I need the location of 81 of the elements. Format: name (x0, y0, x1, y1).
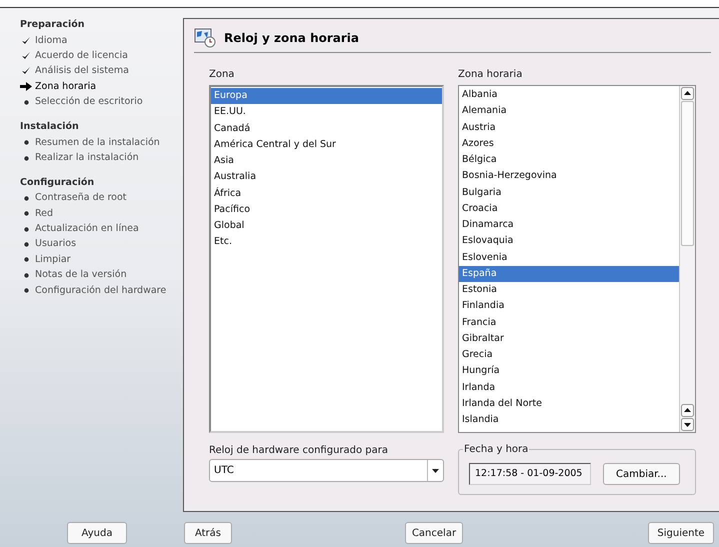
bullet-icon (24, 196, 28, 201)
step-label: Idioma (35, 34, 68, 48)
scrollbar[interactable] (679, 86, 695, 432)
list-item[interactable]: Alemania (459, 103, 679, 120)
step-label: Actualización en línea (35, 222, 139, 236)
list-item[interactable]: Grecia (459, 347, 679, 364)
list-item[interactable]: España (459, 266, 679, 282)
bullet-icon (24, 100, 28, 105)
timezone-list[interactable]: Albania Alemania Austria Azores Bélgica Bosnia-Herzegovina Bulgaria Croacia Dinamarca Eslovaquia Eslovenia España Estonia Finlandia Francia Gibraltar Grecia Hungría Irlanda Irlanda del Norte Islandia (458, 85, 696, 433)
step-label: Contraseña de root (35, 191, 127, 206)
field-label: Reloj de hardware configurado para (209, 444, 389, 457)
help-button[interactable]: Ayuda (67, 522, 127, 544)
list-item[interactable]: Australia (211, 169, 442, 186)
list-item[interactable]: Finlandia (459, 298, 679, 314)
section-heading: Preparación (20, 18, 86, 32)
list-item[interactable]: Irlanda (459, 380, 679, 396)
next-button[interactable]: Siguiente (648, 522, 714, 544)
list-item[interactable]: Azores (459, 136, 679, 152)
step-label: Realizar la instalación (35, 150, 139, 165)
arrow-icon (20, 82, 32, 92)
list-item[interactable]: Gibraltar (459, 330, 679, 347)
step-label: Acuerdo de licencia (35, 48, 128, 63)
list-item[interactable]: Etc. (211, 234, 442, 250)
list-item[interactable]: Bosnia-Herzegovina (459, 168, 679, 184)
list-item[interactable]: Eslovaquia (459, 233, 679, 250)
list-item[interactable]: Austria (459, 120, 679, 136)
dropdown-arrow-icon (432, 468, 439, 472)
dropdown-value: UTC (213, 464, 235, 478)
bullet-icon (24, 211, 28, 216)
list-item[interactable]: Albania (459, 87, 679, 104)
list-item[interactable]: EE.UU. (211, 104, 442, 120)
step-label: Notas de la versión (35, 268, 127, 282)
bullet-icon (24, 272, 28, 278)
date-time-field: 12:17:58 - 01-09-2005 (469, 463, 591, 485)
list-item[interactable]: Croacia (459, 200, 679, 217)
list-item[interactable]: Canadá (211, 120, 442, 137)
step-label: Red (35, 206, 54, 221)
list-item[interactable]: Francia (459, 314, 679, 331)
bullet-icon (24, 226, 28, 232)
list-label: Zona horaria (458, 68, 524, 82)
list-item[interactable]: Irlanda del Norte (459, 396, 679, 412)
step-label: Configuración del hardware (35, 284, 166, 298)
zone-list[interactable]: Europa EE.UU. Canadá América Central y del Sur Asia Australia África Pacífico Global Etc. (209, 85, 444, 433)
section-heading: Configuración (20, 176, 96, 190)
step-label: Limpiar (35, 252, 71, 267)
step-label: Análisis del sistema (35, 64, 129, 78)
step-label: Selección de escritorio (35, 95, 143, 110)
step-label: Zona horaria (35, 80, 96, 94)
list-item[interactable]: África (211, 186, 442, 202)
bullet-icon (24, 140, 28, 146)
list-item[interactable]: Europa (211, 88, 442, 104)
bullet-icon (24, 288, 28, 294)
step-label: Resumen de la instalación (35, 136, 160, 150)
hardware-clock-dropdown[interactable]: UTC (209, 459, 444, 482)
bullet-icon (24, 242, 28, 248)
list-item[interactable]: Estonia (459, 282, 679, 298)
list-item[interactable]: Asia (211, 153, 442, 170)
list-item[interactable]: Pacífico (211, 202, 442, 218)
scroll-down-icon[interactable] (681, 418, 694, 431)
back-button[interactable]: Atrás (184, 522, 232, 544)
bullet-icon (24, 156, 28, 161)
list-item[interactable]: Dinamarca (459, 217, 679, 234)
cancel-button[interactable]: Cancelar (405, 522, 463, 544)
list-item[interactable]: Bélgica (459, 152, 679, 168)
change-button[interactable]: Cambiar... (603, 463, 680, 485)
section-heading: Instalación (20, 120, 80, 134)
list-item[interactable]: Bulgaria (459, 184, 679, 201)
step-label: Usuarios (35, 237, 76, 252)
scrollbar-thumb[interactable] (681, 101, 694, 246)
list-item[interactable]: Global (211, 218, 442, 234)
scroll-up-icon[interactable] (681, 87, 694, 100)
list-item[interactable]: Islandia (459, 412, 679, 428)
clock-globe-icon (194, 28, 216, 48)
scroll-up-icon[interactable] (681, 404, 694, 417)
list-item[interactable]: Eslovenia (459, 250, 679, 266)
panel-title: Reloj y zona horaria (224, 30, 360, 46)
group-title: Fecha y hora (463, 442, 530, 457)
list-label: Zona (209, 68, 236, 82)
bullet-icon (24, 257, 28, 262)
list-item[interactable]: América Central y del Sur (211, 136, 442, 153)
list-item[interactable]: Hungría (459, 363, 679, 380)
